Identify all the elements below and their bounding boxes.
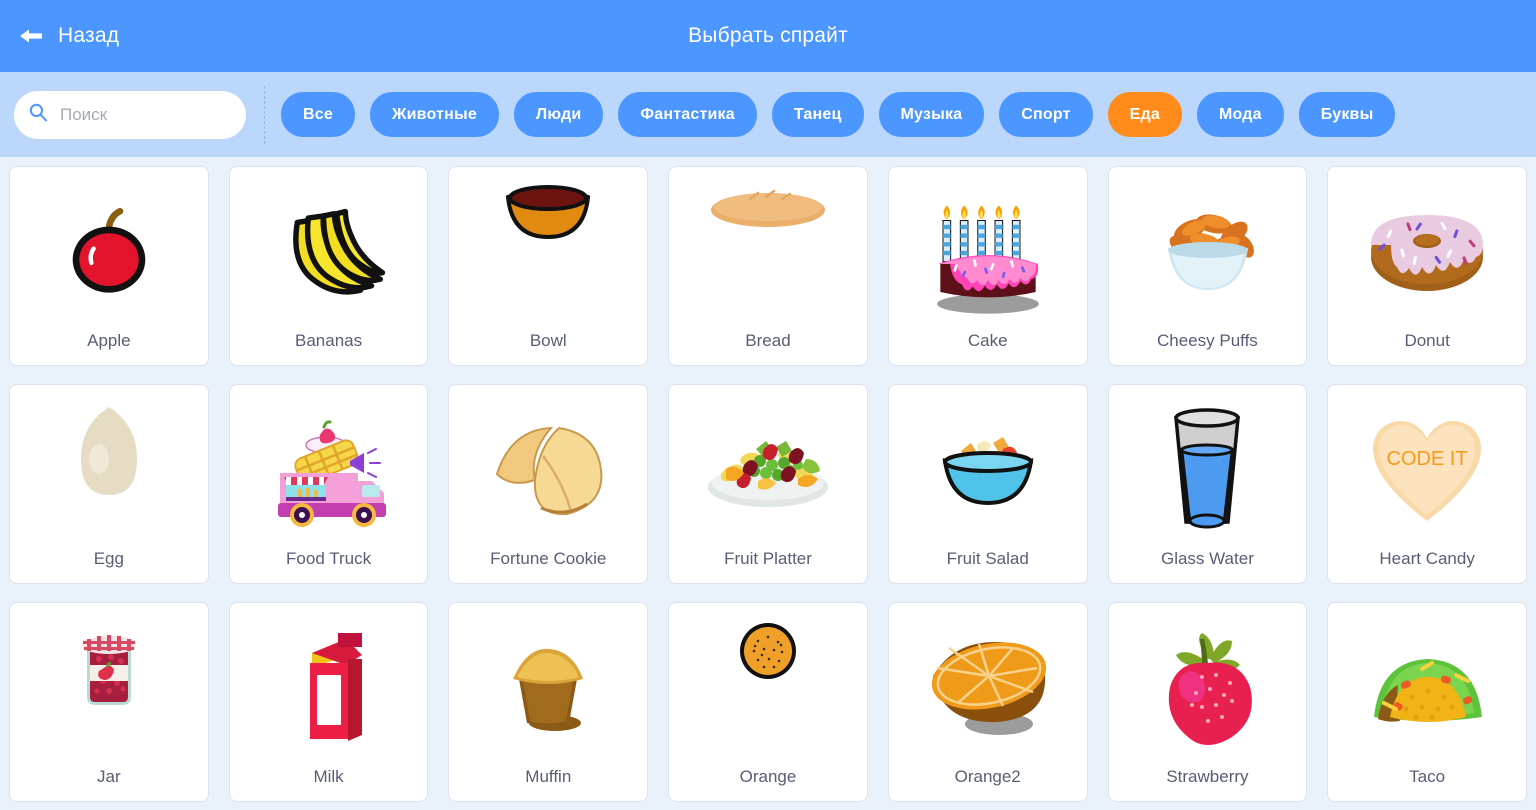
apple-icon bbox=[10, 167, 208, 331]
sprite-grid: Apple Bananas Bowl Bread Cake Cheesy Puf… bbox=[9, 166, 1527, 802]
filter-divider bbox=[264, 85, 265, 144]
sprite-card[interactable]: Donut bbox=[1327, 166, 1527, 366]
cheesy-puffs-icon bbox=[1109, 167, 1307, 331]
sprite-card[interactable]: Bowl bbox=[448, 166, 649, 366]
sprite-label: Orange bbox=[739, 767, 797, 786]
sprite-label: Bread bbox=[745, 331, 791, 350]
fruit-platter-icon bbox=[669, 385, 867, 549]
milk-icon bbox=[230, 603, 428, 767]
strawberry-icon bbox=[1109, 603, 1307, 767]
filter-bar: Все Животные Люди Фантастика Танец Музыка Спор… bbox=[0, 72, 1536, 157]
category-tab[interactable]: Музыка bbox=[878, 92, 985, 137]
search-box[interactable] bbox=[14, 90, 246, 139]
sprite-label: Strawberry bbox=[1166, 767, 1249, 786]
sprite-card[interactable]: Fortune Cookie bbox=[448, 384, 649, 584]
search-input[interactable] bbox=[60, 104, 232, 125]
sprite-card[interactable]: Taco bbox=[1327, 602, 1527, 802]
fortune-cookie-icon bbox=[449, 385, 647, 549]
sprite-label: Glass Water bbox=[1160, 549, 1254, 568]
taco-icon bbox=[1328, 603, 1526, 767]
food-truck-icon bbox=[230, 385, 428, 549]
sprite-grid-scroll[interactable]: Apple Bananas Bowl Bread Cake Cheesy Puf… bbox=[0, 157, 1536, 810]
cake-icon bbox=[889, 167, 1087, 331]
sprite-card[interactable]: Apple bbox=[9, 166, 209, 366]
egg-icon bbox=[10, 385, 208, 549]
sprite-card[interactable]: Orange2 bbox=[887, 602, 1088, 802]
sprite-label: Bananas bbox=[295, 331, 363, 350]
bowl-icon bbox=[449, 167, 647, 331]
category-tab[interactable]: Животные bbox=[369, 92, 499, 137]
back-label: Назад bbox=[58, 24, 120, 47]
donut-icon bbox=[1328, 167, 1526, 331]
heart-candy-icon: CODE IT bbox=[1328, 385, 1526, 549]
sprite-card[interactable]: Food Truck bbox=[228, 384, 429, 584]
sprite-label: Heart Candy bbox=[1379, 549, 1475, 568]
search-icon bbox=[28, 102, 48, 127]
arrow-left-icon bbox=[18, 26, 44, 46]
sprite-card[interactable]: Milk bbox=[228, 602, 429, 802]
sprite-label: Egg bbox=[93, 549, 124, 568]
sprite-card[interactable]: Jar bbox=[9, 602, 209, 802]
sprite-card[interactable]: Egg bbox=[9, 384, 209, 584]
orange2-icon bbox=[889, 603, 1087, 767]
sprite-card[interactable]: Fruit Platter bbox=[668, 384, 868, 584]
sprite-label: Donut bbox=[1404, 331, 1450, 350]
dialog-header: Назад Выбрать спрайт bbox=[0, 0, 1536, 72]
sprite-label: Food Truck bbox=[286, 549, 372, 568]
sprite-card[interactable]: Strawberry bbox=[1107, 602, 1308, 802]
fruit-salad-icon bbox=[889, 385, 1087, 549]
heart-candy-text: CODE IT bbox=[1387, 448, 1468, 470]
sprite-label: Bowl bbox=[529, 331, 567, 350]
sprite-label: Orange2 bbox=[954, 767, 1021, 786]
sprite-label: Cake bbox=[967, 331, 1008, 350]
category-tab[interactable]: Спорт bbox=[999, 92, 1093, 137]
sprite-card[interactable]: Muffin bbox=[448, 602, 649, 802]
back-button[interactable]: Назад bbox=[0, 0, 139, 72]
sprite-label: Jar bbox=[97, 767, 121, 786]
sprite-label: Milk bbox=[313, 767, 344, 786]
sprite-label: Taco bbox=[1409, 767, 1446, 786]
muffin-icon bbox=[449, 603, 647, 767]
sprite-card[interactable]: Bread bbox=[668, 166, 868, 366]
bananas-icon bbox=[230, 167, 428, 331]
category-tab[interactable]: Мода bbox=[1196, 92, 1284, 137]
sprite-card[interactable]: Glass Water bbox=[1107, 384, 1308, 584]
glass-water-icon bbox=[1109, 385, 1307, 549]
category-tab[interactable]: Еда bbox=[1107, 92, 1182, 137]
sprite-card[interactable]: CODE IT Heart Candy bbox=[1327, 384, 1527, 584]
sprite-card[interactable]: Bananas bbox=[228, 166, 429, 366]
page-title: Выбрать спрайт bbox=[688, 24, 848, 47]
sprite-label: Fortune Cookie bbox=[490, 549, 607, 568]
jar-icon bbox=[10, 603, 208, 767]
sprite-label: Cheesy Puffs bbox=[1157, 331, 1258, 350]
category-tab[interactable]: Танец bbox=[771, 92, 864, 137]
sprite-card[interactable]: Fruit Salad bbox=[887, 384, 1088, 584]
sprite-label: Fruit Salad bbox=[946, 549, 1029, 568]
category-tab[interactable]: Буквы bbox=[1298, 92, 1396, 137]
category-tab[interactable]: Все bbox=[281, 92, 355, 137]
orange-icon bbox=[669, 603, 867, 767]
category-tab[interactable]: Фантастика bbox=[618, 92, 757, 137]
sprite-label: Apple bbox=[87, 331, 131, 350]
sprite-card[interactable]: Cheesy Puffs bbox=[1107, 166, 1308, 366]
sprite-card[interactable]: Orange bbox=[668, 602, 868, 802]
category-tab[interactable]: Люди bbox=[513, 92, 604, 137]
category-tabs: Все Животные Люди Фантастика Танец Музыка Спор… bbox=[281, 92, 1396, 137]
sprite-label: Muffin bbox=[525, 767, 572, 786]
sprite-label: Fruit Platter bbox=[724, 549, 812, 568]
sprite-card[interactable]: Cake bbox=[887, 166, 1088, 366]
bread-icon bbox=[669, 167, 867, 331]
